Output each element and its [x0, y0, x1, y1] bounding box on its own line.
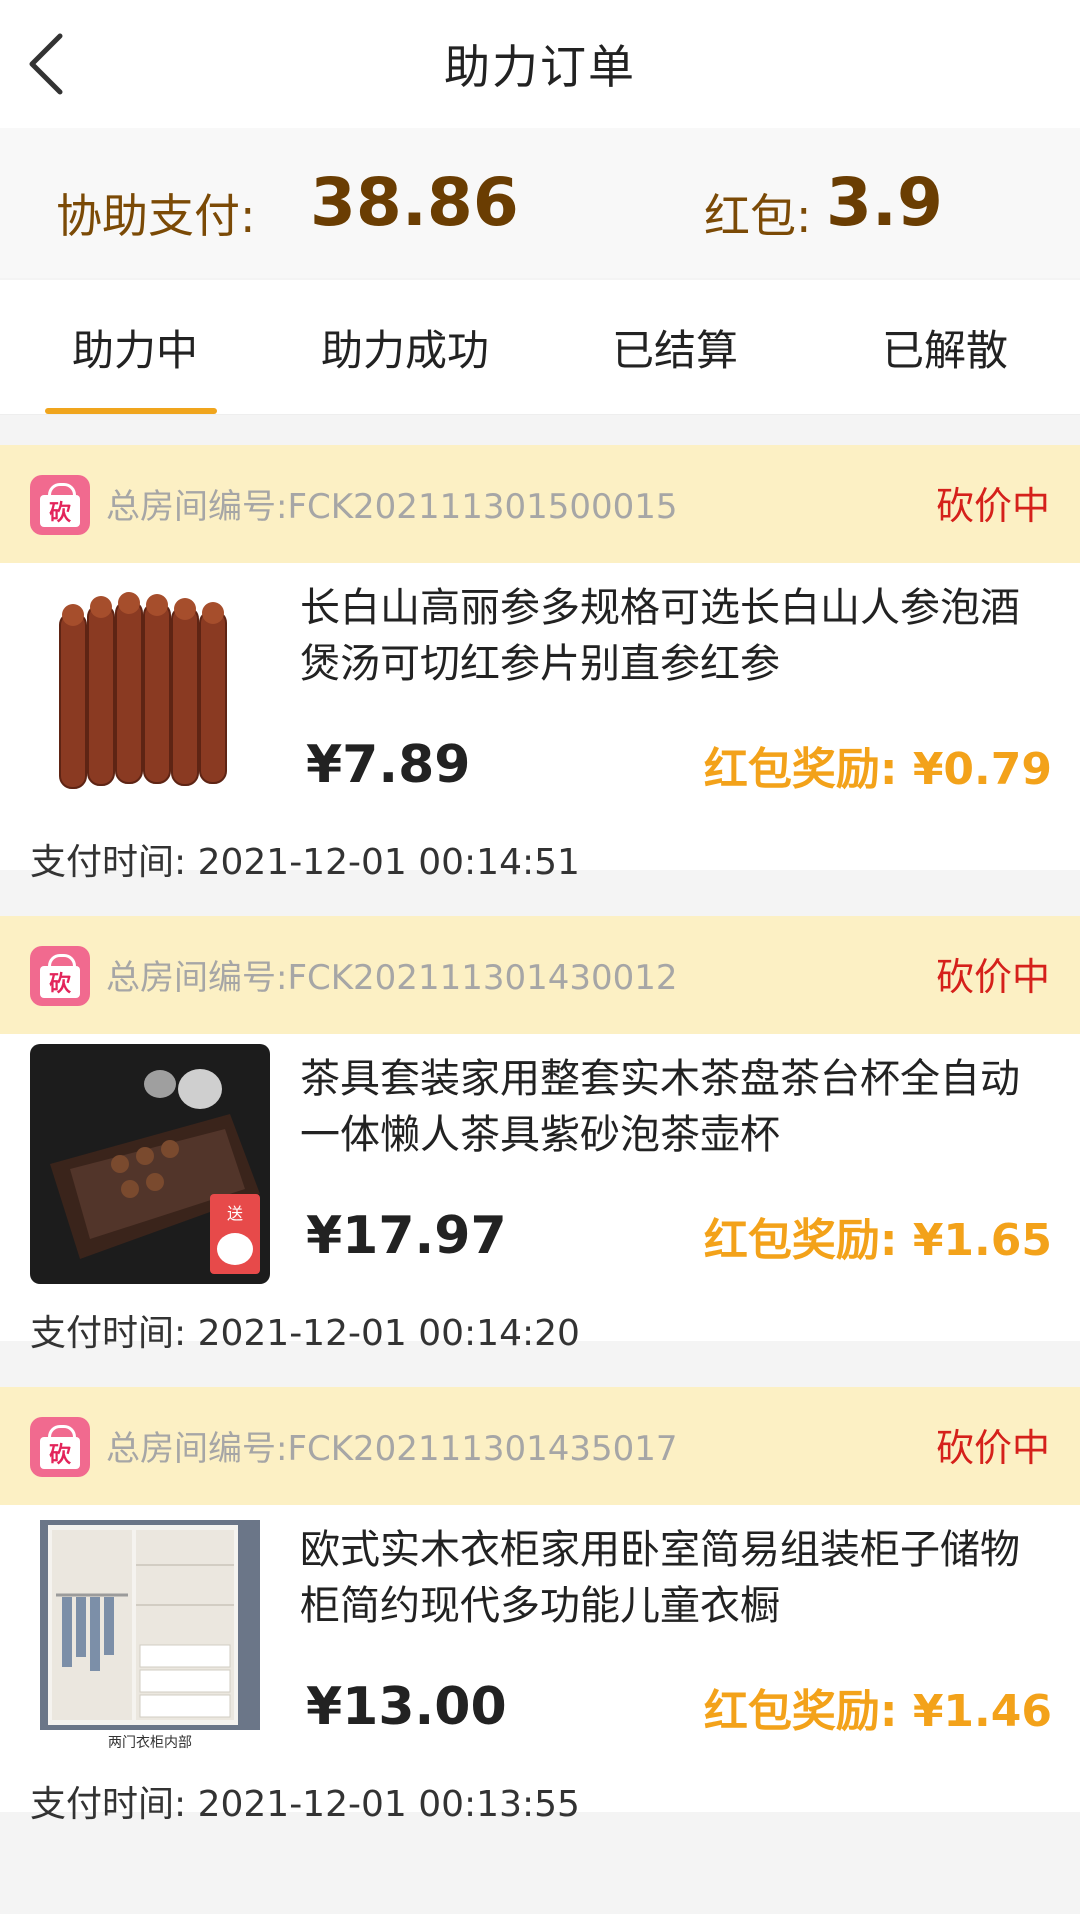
tea-set-image: 送 — [30, 1044, 270, 1284]
order-card[interactable]: 砍 总房间编号:FCK202111301430012 砍价中 送 茶具套装家用整… — [0, 916, 1080, 1354]
product-title[interactable]: 欧式实木衣柜家用卧室简易组装柜子储物柜简约现代多功能儿童衣橱 — [300, 1522, 1050, 1634]
bargain-bag-icon: 砍 — [30, 946, 90, 1006]
order-status[interactable]: 砍价中 — [936, 475, 1050, 530]
product-image[interactable] — [30, 573, 270, 813]
order-card[interactable]: 砍 总房间编号:FCK202111301500015 砍价中 长白山高丽参多规格… — [0, 445, 1080, 883]
tab-settled[interactable]: 已结算 — [540, 280, 810, 414]
summary-bar: 协助支付: 38.86 红包: 3.9 — [0, 128, 1080, 278]
pay-time: 支付时间: 2021-12-01 00:14:20 — [30, 1313, 580, 1354]
redpacket-value: 3.9 — [826, 164, 943, 241]
back-button[interactable] — [22, 24, 70, 104]
order-status[interactable]: 砍价中 — [936, 946, 1050, 1001]
product-image[interactable]: 两门衣柜内部 — [30, 1515, 270, 1755]
wardrobe-image: 两门衣柜内部 — [30, 1515, 270, 1755]
room-number: 总房间编号:FCK202111301430012 — [106, 958, 678, 998]
tab-assisting[interactable]: 助力中 — [0, 280, 270, 414]
room-number: 总房间编号:FCK202111301435017 — [106, 1429, 678, 1469]
svg-text:送: 送 — [227, 1204, 243, 1223]
active-tab-indicator — [45, 408, 217, 414]
room-number: 总房间编号:FCK202111301500015 — [106, 487, 678, 527]
redpacket-reward: 红包奖励: ¥0.79 — [703, 744, 1052, 795]
page-title: 助力订单 — [444, 40, 636, 94]
bargain-bag-icon: 砍 — [30, 475, 90, 535]
assist-pay-value: 38.86 — [310, 164, 519, 241]
chevron-left-icon — [29, 33, 63, 95]
product-price: ¥13.00 — [306, 1677, 507, 1737]
order-card[interactable]: 砍 总房间编号:FCK202111301435017 砍价中 两门衣柜内部 欧式 — [0, 1387, 1080, 1825]
order-card-header: 砍 总房间编号:FCK202111301435017 砍价中 — [0, 1387, 1080, 1505]
bargain-bag-icon: 砍 — [30, 1417, 90, 1477]
order-card-header: 砍 总房间编号:FCK202111301430012 砍价中 — [0, 916, 1080, 1034]
pay-time: 支付时间: 2021-12-01 00:13:55 — [30, 1784, 580, 1825]
redpacket-label: 红包: — [704, 189, 812, 243]
svg-text:两门衣柜内部: 两门衣柜内部 — [108, 1735, 192, 1751]
product-price: ¥7.89 — [306, 735, 471, 795]
product-image[interactable]: 送 — [30, 1044, 270, 1284]
product-title[interactable]: 茶具套装家用整套实木茶盘茶台杯全自动一体懒人茶具紫砂泡茶壶杯 — [300, 1051, 1050, 1163]
order-status[interactable]: 砍价中 — [936, 1417, 1050, 1472]
redpacket-reward: 红包奖励: ¥1.65 — [703, 1215, 1052, 1266]
tab-assist-success[interactable]: 助力成功 — [270, 280, 540, 414]
product-price: ¥17.97 — [306, 1206, 507, 1266]
order-card-header: 砍 总房间编号:FCK202111301500015 砍价中 — [0, 445, 1080, 563]
top-nav-bar: 助力订单 — [0, 0, 1080, 128]
assist-pay-label: 协助支付: — [56, 189, 256, 243]
tab-dissolved[interactable]: 已解散 — [810, 280, 1080, 414]
pay-time: 支付时间: 2021-12-01 00:14:51 — [30, 842, 580, 883]
product-title[interactable]: 长白山高丽参多规格可选长白山人参泡酒煲汤可切红参片别直参红参 — [300, 580, 1050, 692]
red-ginseng-image — [30, 573, 270, 813]
status-tabs: 助力中 助力成功 已结算 已解散 — [0, 280, 1080, 415]
redpacket-reward: 红包奖励: ¥1.46 — [703, 1686, 1052, 1737]
